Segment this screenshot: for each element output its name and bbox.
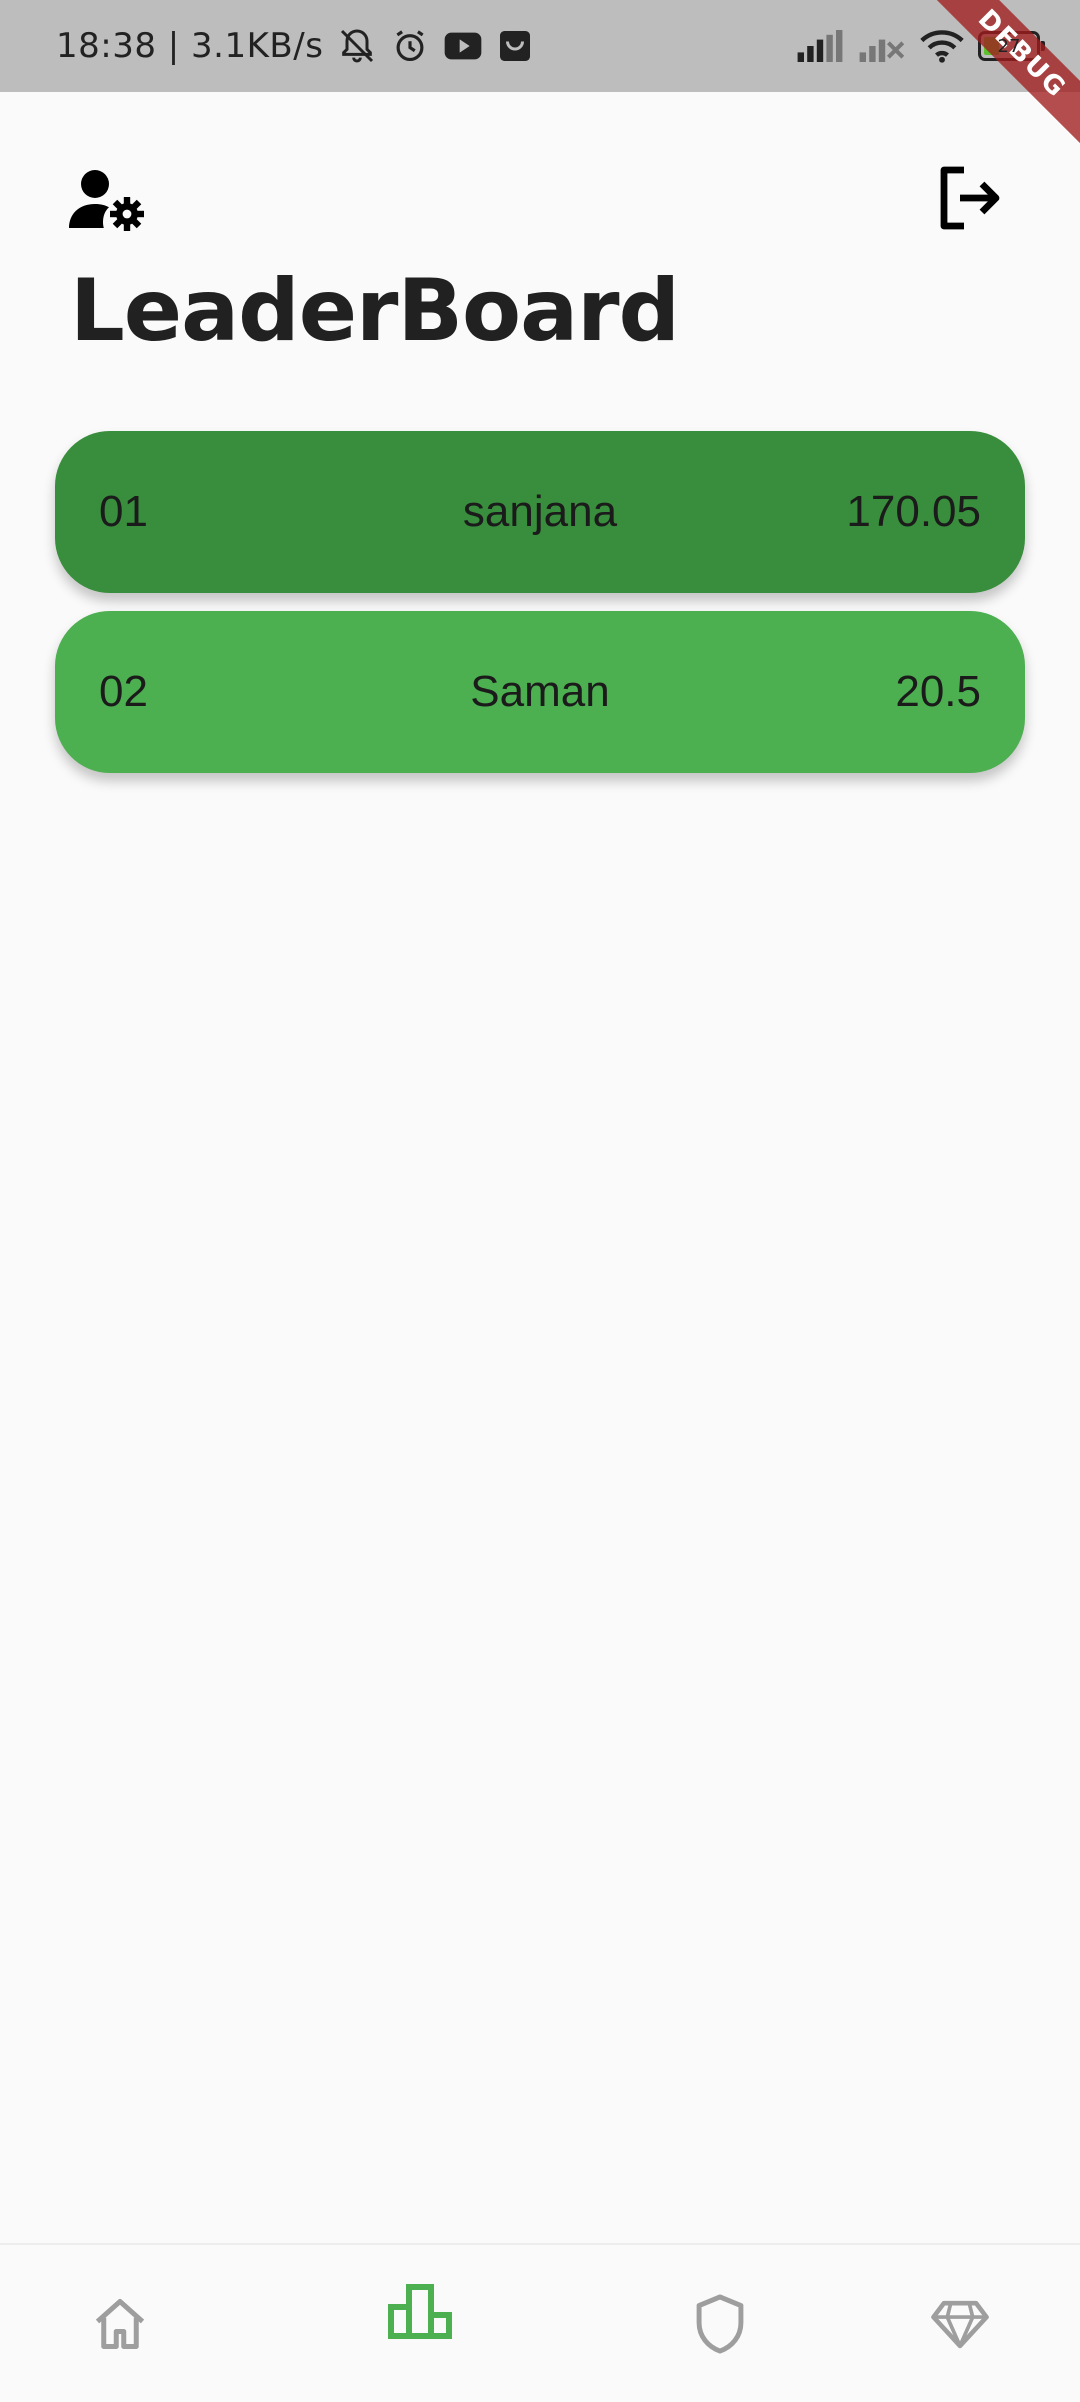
player-score: 170.05 (846, 487, 981, 536)
nav-shield[interactable] (660, 2245, 780, 2402)
status-right: 27 (796, 0, 1045, 92)
home-icon (95, 2298, 145, 2349)
status-left: 18:38 | 3.1KB/s (56, 0, 533, 92)
nav-home[interactable] (60, 2245, 180, 2402)
nav-leaderboard[interactable] (360, 2245, 480, 2402)
nav-diamond[interactable] (900, 2245, 1020, 2402)
player-name: Saman (470, 667, 610, 716)
leaderboard-row[interactable]: 02 Saman 20.5 (55, 611, 1025, 773)
leaderboard-icon (388, 2284, 452, 2339)
leaderboard-list: 01 sanjana 170.05 02 Saman 20.5 (55, 431, 1025, 791)
shopping-bag-icon (497, 28, 533, 64)
status-bar: 18:38 | 3.1KB/s 27 (0, 0, 1080, 92)
diamond-icon (931, 2300, 989, 2348)
shield-icon (696, 2293, 744, 2354)
logout-icon[interactable] (930, 158, 1010, 238)
alarm-icon (391, 27, 429, 65)
signal-off-icon (858, 30, 906, 62)
battery-level: 27 (997, 35, 1021, 57)
battery-icon: 27 (978, 31, 1045, 61)
status-time: 18:38 | 3.1KB/s (56, 26, 324, 66)
page-title: LeaderBoard (70, 261, 680, 361)
youtube-icon (443, 30, 483, 62)
leaderboard-row[interactable]: 01 sanjana 170.05 (55, 431, 1025, 593)
player-score: 20.5 (895, 667, 981, 716)
signal-icon (796, 30, 844, 62)
bottom-navigation-bar (0, 2243, 1080, 2400)
mute-bell-icon (337, 26, 377, 66)
manage-account-icon[interactable] (62, 160, 152, 240)
wifi-icon (920, 29, 964, 63)
